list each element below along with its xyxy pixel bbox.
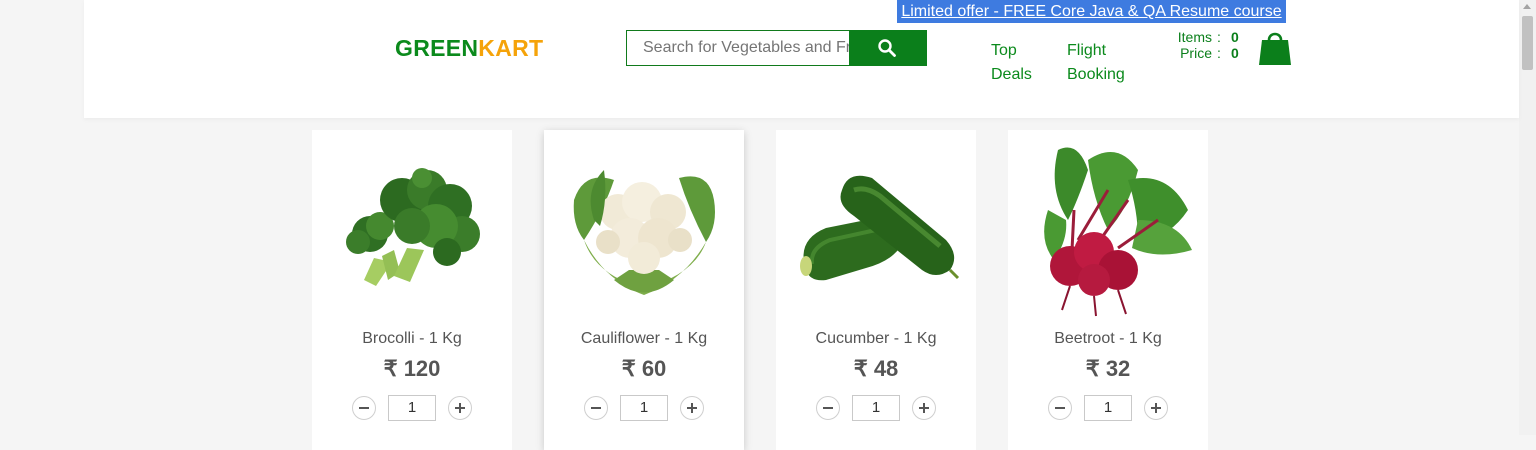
- brand-logo-kart: KART: [478, 35, 544, 61]
- increment-button[interactable]: [680, 396, 704, 420]
- increment-button[interactable]: [448, 396, 472, 420]
- brand-logo-green: GREEN: [395, 35, 479, 61]
- search-input[interactable]: [626, 30, 867, 66]
- decrement-button[interactable]: [1048, 396, 1072, 420]
- product-price: ₹ 60: [621, 356, 667, 381]
- product-card-cauliflower: Cauliflower - 1 Kg ₹ 60 1: [544, 130, 744, 450]
- nav-link-top-deals-line1: Top: [991, 42, 1017, 59]
- decrement-button[interactable]: [816, 396, 840, 420]
- decrement-button[interactable]: [352, 396, 376, 420]
- cauliflower-image: [573, 170, 715, 295]
- quantity-stepper: 1: [1008, 395, 1208, 421]
- cart-price-separator: :: [1217, 45, 1221, 61]
- product-name: Cauliflower - 1 Kg: [580, 330, 708, 347]
- cucumber-image: [800, 175, 960, 281]
- quantity-input[interactable]: 1: [388, 395, 436, 421]
- cart-items-label: Items: [1177, 29, 1212, 45]
- product-name: Brocolli - 1 Kg: [362, 330, 462, 347]
- nav-link-top-deals-line2: Deals: [991, 66, 1032, 83]
- product-price: ₹ 120: [383, 356, 441, 381]
- nav-link-flight-booking-line1: Flight: [1067, 42, 1107, 59]
- cart-items-separator: :: [1217, 29, 1221, 45]
- nav-link-top-deals[interactable]: Top Deals: [991, 39, 1032, 87]
- quantity-stepper: 1: [312, 395, 512, 421]
- quantity-input[interactable]: 1: [1084, 395, 1132, 421]
- product-card-cucumber: Cucumber - 1 Kg ₹ 48 1: [776, 130, 976, 450]
- broccoli-image: [346, 168, 480, 286]
- cart-button[interactable]: [1258, 28, 1292, 71]
- increment-button[interactable]: [1144, 396, 1168, 420]
- beetroot-image: [1044, 147, 1192, 317]
- page-scrollbar[interactable]: [1519, 0, 1536, 435]
- product-name: Beetroot - 1 Kg: [1054, 330, 1162, 347]
- quantity-input[interactable]: 1: [852, 395, 900, 421]
- shopping-bag-icon: [1259, 32, 1291, 65]
- quantity-stepper: 1: [544, 395, 744, 421]
- promo-banner-link[interactable]: Limited offer - FREE Core Java & QA Resu…: [897, 0, 1286, 23]
- search-icon: [878, 39, 896, 57]
- product-price: ₹ 48: [853, 356, 899, 381]
- product-card-brocolli: Brocolli - 1 Kg ₹ 120 1: [312, 130, 512, 450]
- search-bar: [626, 30, 927, 66]
- quantity-stepper: 1: [776, 395, 976, 421]
- increment-button[interactable]: [912, 396, 936, 420]
- product-card-beetroot: Beetroot - 1 Kg ₹ 32 1: [1008, 130, 1208, 450]
- brand-logo: GREENKART: [395, 35, 543, 62]
- cart-price-value: 0: [1231, 45, 1239, 61]
- search-button[interactable]: [849, 30, 927, 66]
- cart-items-count: 0: [1231, 29, 1239, 45]
- product-price: ₹ 32: [1085, 356, 1131, 381]
- nav-link-flight-booking-line2: Booking: [1067, 66, 1125, 83]
- nav-link-flight-booking[interactable]: Flight Booking: [1067, 39, 1125, 87]
- product-name: Cucumber - 1 Kg: [815, 330, 937, 347]
- decrement-button[interactable]: [584, 396, 608, 420]
- scroll-up-arrow-icon[interactable]: [1523, 4, 1531, 9]
- scrollbar-thumb[interactable]: [1522, 16, 1533, 70]
- cart-price-label: Price: [1180, 45, 1212, 61]
- quantity-input[interactable]: 1: [620, 395, 668, 421]
